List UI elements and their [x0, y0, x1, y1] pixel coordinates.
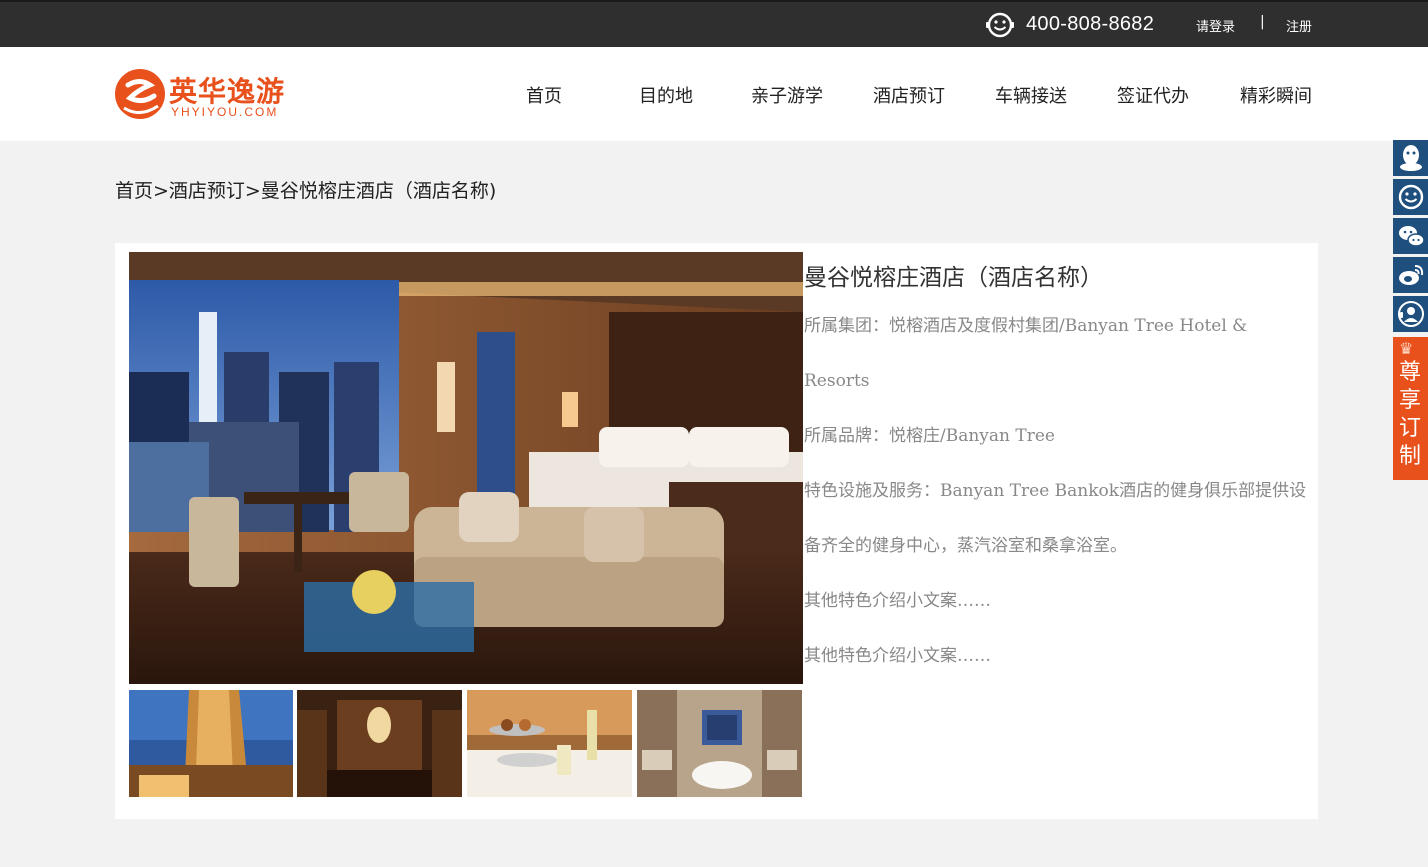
hotel-facilities: 特色设施及服务：Banyan Tree Bankok酒店的健身俱乐部提供设备齐全… — [804, 481, 1307, 556]
hotel-info: 曼谷悦榕庄酒店（酒店名称） 所属集团：悦榕酒店及度假村集团/Banyan Tre… — [804, 257, 1314, 684]
nav-item-transfers[interactable]: 车辆接送 — [995, 82, 1067, 108]
logo-badge-icon — [115, 69, 165, 119]
thumbnail-afternoon-tea[interactable] — [467, 690, 632, 797]
nav-item-moments[interactable]: 精彩瞬间 — [1240, 82, 1312, 108]
nav-item-home[interactable]: 首页 — [526, 82, 562, 108]
online-service-button[interactable] — [1393, 179, 1428, 215]
breadcrumb: 首页>酒店预订>曼谷悦榕庄酒店（酒店名称) — [115, 180, 497, 202]
thumbnail-restaurant[interactable] — [297, 690, 462, 797]
header: 英华逸游 YHYIYOU.COM 首页 目的地 亲子游学 酒店预订 车辆接送 签… — [0, 47, 1428, 141]
wechat-icon — [1399, 226, 1425, 247]
logo-subtext: YHYIYOU.COM — [171, 105, 279, 119]
hotel-extra-1: 其他特色介绍小文案…… — [804, 591, 991, 611]
logo[interactable]: 英华逸游 YHYIYOU.COM — [114, 68, 304, 124]
register-link[interactable]: 注册 — [1286, 16, 1312, 35]
vip-label: 尊 享 订 制 — [1398, 360, 1421, 469]
smile-icon — [1398, 184, 1424, 210]
separator: | — [1260, 14, 1265, 30]
top-bar: 400-808-8682 请登录 | 注册 — [0, 0, 1428, 47]
hotel-name: 曼谷悦榕庄酒店（酒店名称） — [804, 265, 1103, 291]
phone-number: 400-808-8682 — [1026, 13, 1155, 35]
hotel-group: 所属集团：悦榕酒店及度假村集团/Banyan Tree Hotel & Reso… — [804, 316, 1248, 391]
hotel-extra-2: 其他特色介绍小文案…… — [804, 646, 991, 666]
nav-item-family-study[interactable]: 亲子游学 — [751, 82, 823, 108]
weibo-button[interactable] — [1393, 257, 1428, 293]
thumbnail-bathroom[interactable] — [637, 690, 802, 797]
qq-button[interactable] — [1393, 140, 1428, 176]
hotel-brand: 所属品牌：悦榕庄/Banyan Tree — [804, 426, 1055, 446]
thumbnail-exterior[interactable] — [129, 690, 293, 797]
wechat-button[interactable] — [1393, 218, 1428, 254]
customer-service-button[interactable] — [1393, 296, 1428, 332]
crown-icon: ♛ — [1399, 339, 1414, 358]
nav-item-visa[interactable]: 签证代办 — [1117, 82, 1189, 108]
weibo-icon — [1399, 265, 1424, 285]
smile-icon — [986, 12, 1014, 38]
logo-text: 英华逸游 — [169, 75, 286, 108]
nav-item-destinations[interactable]: 目的地 — [639, 82, 693, 108]
vip-custom-button[interactable]: ♛ 尊 享 订 制 — [1393, 337, 1428, 480]
main-photo[interactable] — [129, 252, 803, 684]
login-link[interactable]: 请登录 — [1196, 16, 1235, 35]
nav-item-hotel-booking[interactable]: 酒店预订 — [873, 82, 945, 108]
customer-service-icon — [1398, 301, 1424, 327]
hotel-panel: 曼谷悦榕庄酒店（酒店名称） 所属集团：悦榕酒店及度假村集团/Banyan Tre… — [115, 243, 1318, 819]
qq-icon — [1400, 145, 1422, 171]
